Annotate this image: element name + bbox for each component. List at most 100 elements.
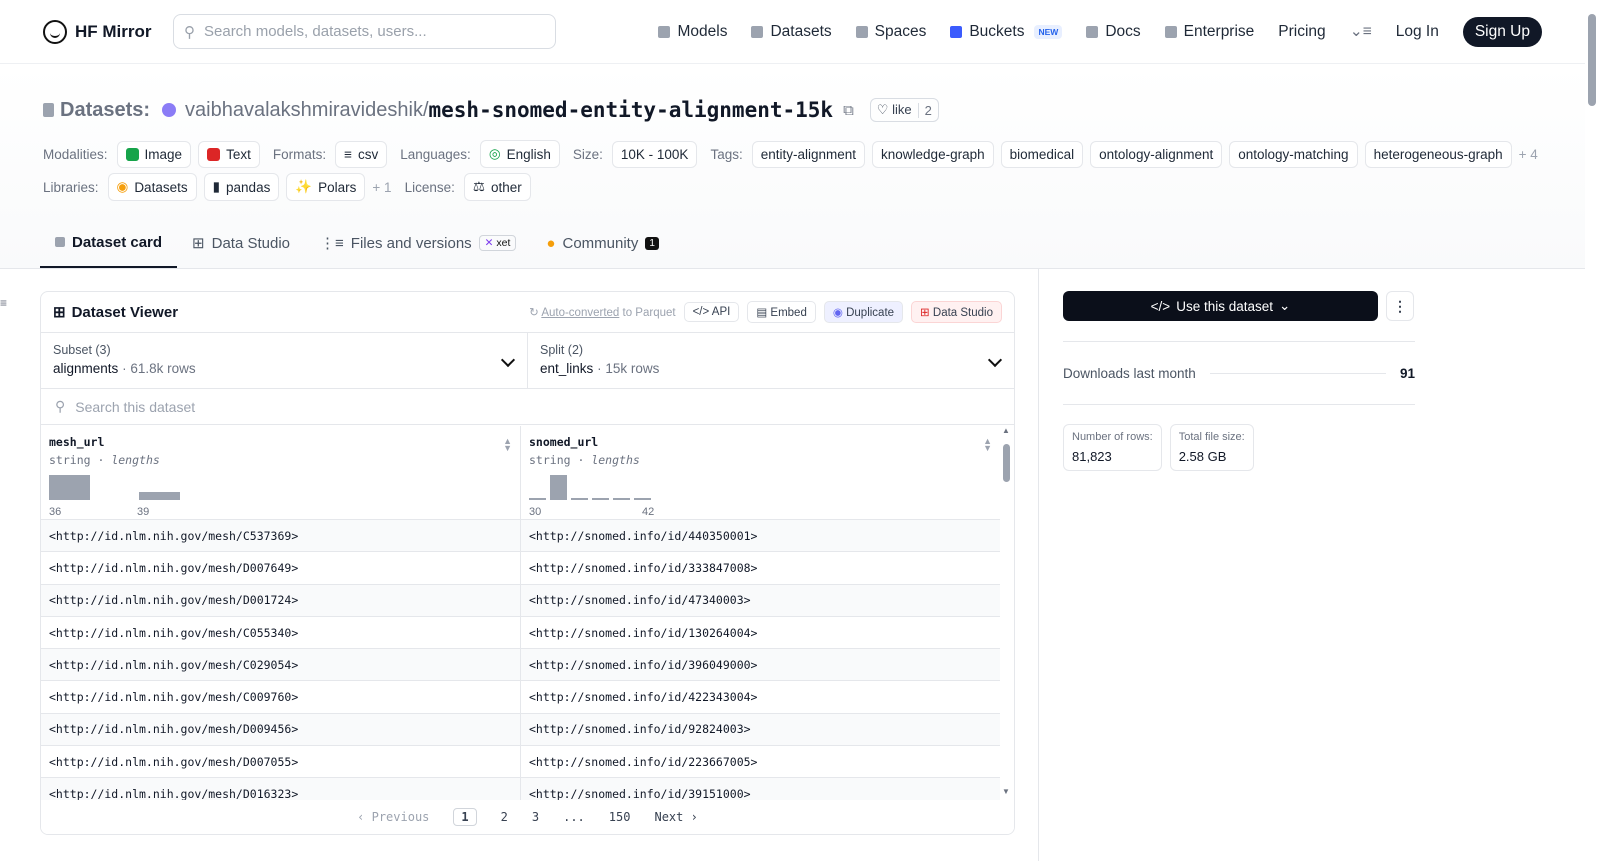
- modality-text-chip[interactable]: Text: [198, 140, 260, 168]
- scroll-down-icon[interactable]: ▼: [1002, 787, 1010, 796]
- libraries-more[interactable]: + 1: [372, 180, 391, 195]
- previous-label: Previous: [371, 810, 430, 824]
- histogram-bar[interactable]: [49, 475, 90, 500]
- table-row[interactable]: <http://id.nlm.nih.gov/mesh/D001724> <htt…: [41, 584, 1000, 617]
- histogram-bar[interactable]: [139, 492, 180, 500]
- table-cell[interactable]: <http://id.nlm.nih.gov/mesh/D001724>: [41, 593, 520, 607]
- histogram-bar[interactable]: [592, 498, 609, 500]
- table-cell[interactable]: <http://snomed.info/id/440350001>: [520, 520, 1000, 552]
- tab-files-versions[interactable]: ⋮≡ Files and versions ✕ xet: [305, 218, 531, 268]
- page-last[interactable]: 150: [609, 810, 631, 824]
- subset-select[interactable]: Subset (3) alignments · 61.8k rows: [41, 333, 527, 388]
- tags-more[interactable]: + 4: [1519, 147, 1538, 162]
- more-options-icon[interactable]: ⋮: [1386, 291, 1414, 321]
- tag-chip[interactable]: heterogeneous-graph: [1364, 140, 1512, 168]
- license-chip[interactable]: ⚖ other: [463, 173, 531, 201]
- table-cell[interactable]: <http://id.nlm.nih.gov/mesh/D007649>: [41, 561, 520, 575]
- dataset-name[interactable]: mesh-snomed-entity-alignment-15k: [429, 98, 834, 122]
- datasets-prefix[interactable]: Datasets:: [60, 99, 150, 122]
- tag-chip[interactable]: entity-alignment: [751, 140, 866, 168]
- data-studio-button[interactable]: ⊞ Data Studio: [911, 301, 1002, 323]
- table-row[interactable]: <http://id.nlm.nih.gov/mesh/D009456> <htt…: [41, 713, 1000, 747]
- nav-docs[interactable]: Docs: [1086, 23, 1141, 41]
- tab-community[interactable]: ● Community 1: [531, 218, 673, 268]
- table-cell[interactable]: <http://id.nlm.nih.gov/mesh/C029054>: [41, 658, 520, 672]
- table-cell[interactable]: <http://id.nlm.nih.gov/mesh/D016323>: [41, 787, 520, 801]
- table-row[interactable]: <http://id.nlm.nih.gov/mesh/C537369> <htt…: [41, 520, 1000, 553]
- more-menu-icon[interactable]: ⌄≡: [1350, 22, 1372, 41]
- page-2[interactable]: 2: [501, 810, 508, 824]
- table-row[interactable]: <http://id.nlm.nih.gov/mesh/D007055> <htt…: [41, 746, 1000, 779]
- table-scrollbar[interactable]: ▲ ▼: [1001, 426, 1011, 796]
- brand-logo[interactable]: HF Mirror: [43, 19, 173, 44]
- owner-avatar[interactable]: [162, 103, 177, 117]
- nav-enterprise[interactable]: Enterprise: [1164, 23, 1254, 41]
- column-header-mesh-url[interactable]: mesh_url string · lengths ▲ ▼ 36 39: [41, 426, 520, 519]
- nav-buckets[interactable]: Buckets NEW: [950, 23, 1063, 41]
- nav-spaces[interactable]: Spaces: [855, 23, 926, 41]
- table-row[interactable]: <http://id.nlm.nih.gov/mesh/C029054> <htt…: [41, 649, 1000, 682]
- pagination-previous[interactable]: ‹ Previous: [357, 810, 429, 824]
- table-row[interactable]: <http://id.nlm.nih.gov/mesh/C009760> <htt…: [41, 681, 1000, 714]
- table-cell[interactable]: <http://id.nlm.nih.gov/mesh/C055340>: [41, 626, 520, 640]
- duplicate-button[interactable]: ◉ Duplicate: [823, 301, 904, 323]
- like-button[interactable]: ♡ like 2: [869, 98, 939, 122]
- global-search-input[interactable]: ⚲ Search models, datasets, users...: [173, 14, 556, 49]
- auto-converted-link[interactable]: Auto-converted: [541, 307, 619, 319]
- library-pandas-chip[interactable]: ▮ pandas: [203, 173, 280, 201]
- table-row[interactable]: <http://id.nlm.nih.gov/mesh/C055340> <htt…: [41, 616, 1000, 650]
- modality-image-chip[interactable]: Image: [116, 140, 192, 168]
- sort-icon[interactable]: ▲ ▼: [983, 437, 992, 453]
- table-cell[interactable]: <http://snomed.info/id/333847008>: [520, 552, 1000, 584]
- library-datasets-chip[interactable]: ◉ Datasets: [107, 173, 197, 201]
- copy-icon[interactable]: ⧉: [843, 102, 854, 119]
- tag-chip[interactable]: ontology-matching: [1229, 140, 1358, 168]
- library-polars-chip[interactable]: ✨ Polars: [286, 173, 366, 201]
- table-cell[interactable]: <http://snomed.info/id/422343004>: [520, 681, 1000, 713]
- table-cell[interactable]: <http://snomed.info/id/130264004>: [520, 616, 1000, 649]
- size-chip[interactable]: 10K - 100K: [611, 140, 698, 168]
- table-cell[interactable]: <http://id.nlm.nih.gov/mesh/C537369>: [41, 529, 520, 543]
- column-header-snomed-url[interactable]: snomed_url string · lengths ▲ ▼ 30 42: [520, 426, 1000, 519]
- table-cell[interactable]: <http://snomed.info/id/396049000>: [520, 649, 1000, 681]
- table-row[interactable]: <http://id.nlm.nih.gov/mesh/D007649> <htt…: [41, 552, 1000, 585]
- page-scroll-thumb[interactable]: [1588, 14, 1596, 106]
- tab-dataset-card[interactable]: Dataset card: [40, 218, 178, 268]
- language-chip[interactable]: ◎ English: [479, 140, 560, 168]
- tag-chip[interactable]: biomedical: [1000, 140, 1084, 168]
- pagination-next[interactable]: Next ›: [654, 810, 697, 824]
- login-link[interactable]: Log In: [1396, 23, 1439, 41]
- nav-models[interactable]: Models: [658, 23, 727, 41]
- histogram-bar[interactable]: [613, 498, 630, 500]
- page-scrollbar[interactable]: [1587, 0, 1597, 861]
- table-cell[interactable]: <http://id.nlm.nih.gov/mesh/D007055>: [41, 755, 520, 769]
- tag-chip[interactable]: ontology-alignment: [1090, 140, 1223, 168]
- scroll-thumb[interactable]: [1003, 444, 1010, 482]
- use-dataset-button[interactable]: </> Use this dataset ⌄: [1063, 291, 1378, 321]
- page-1[interactable]: 1: [453, 808, 477, 826]
- tag-chip[interactable]: knowledge-graph: [872, 140, 994, 168]
- table-cell[interactable]: <http://snomed.info/id/223667005>: [520, 746, 1000, 778]
- table-cell[interactable]: <http://snomed.info/id/47340003>: [520, 584, 1000, 616]
- sidebar-toggle-icon[interactable]: ≡: [0, 296, 7, 310]
- nav-datasets[interactable]: Datasets: [751, 23, 832, 41]
- scroll-up-icon[interactable]: ▲: [1002, 426, 1010, 435]
- api-button[interactable]: </> API: [683, 302, 740, 322]
- sort-icon[interactable]: ▲ ▼: [503, 437, 512, 453]
- table-cell[interactable]: <http://id.nlm.nih.gov/mesh/C009760>: [41, 690, 520, 704]
- dataset-search-input[interactable]: ⚲ Search this dataset: [41, 389, 1014, 425]
- nav-pricing[interactable]: Pricing: [1278, 23, 1325, 41]
- format-chip[interactable]: ≡ csv: [335, 140, 388, 168]
- tab-data-studio[interactable]: ⊞ Data Studio: [177, 218, 305, 268]
- histogram-bar[interactable]: [529, 498, 546, 500]
- histogram-bar[interactable]: [550, 475, 567, 500]
- page-3[interactable]: 3: [532, 810, 539, 824]
- histogram-bar[interactable]: [571, 498, 588, 500]
- split-select[interactable]: Split (2) ent_links · 15k rows: [527, 333, 1014, 388]
- signup-button[interactable]: Sign Up: [1462, 16, 1542, 47]
- owner-link[interactable]: vaibhavalakshmiravideshik: [185, 99, 423, 122]
- table-cell[interactable]: <http://id.nlm.nih.gov/mesh/D009456>: [41, 722, 520, 736]
- table-cell[interactable]: <http://snomed.info/id/92824003>: [520, 713, 1000, 746]
- embed-button[interactable]: ▤ Embed: [747, 301, 816, 323]
- histogram-bar[interactable]: [634, 498, 651, 500]
